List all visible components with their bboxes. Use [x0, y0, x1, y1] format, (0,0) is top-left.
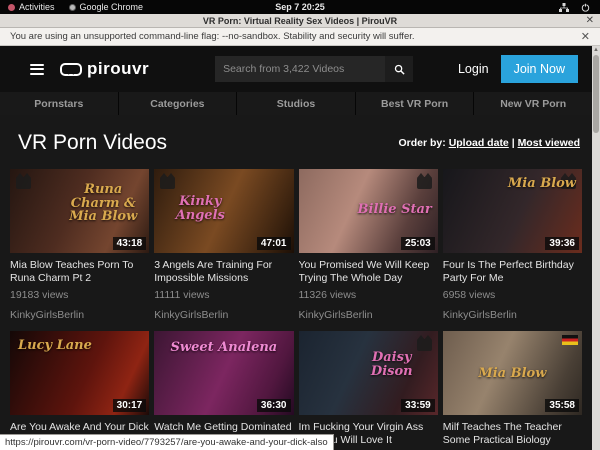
- scrollbar-up-arrow[interactable]: ▲: [592, 46, 600, 54]
- video-card: Kinky Angels 47:01 3 Angels Are Training…: [154, 169, 293, 321]
- duration-badge: 36:30: [257, 399, 291, 412]
- duration-badge: 25:03: [401, 237, 435, 250]
- page-title: VR Porn Videos: [18, 131, 167, 155]
- infobar-close-icon[interactable]: ✕: [581, 30, 590, 43]
- thumbnail-overlay-text: Mia Blow: [508, 177, 576, 191]
- vr-goggles-icon: [60, 63, 82, 76]
- site-header: pirouvr Login Join Now: [0, 46, 592, 92]
- search-box: [215, 56, 413, 82]
- chrome-infobar: You are using an unsupported command-lin…: [0, 28, 600, 46]
- video-title[interactable]: Mia Blow Teaches Porn To Runa Charm Pt 2: [10, 259, 149, 285]
- video-card: Mia Blow 39:36 Four Is The Perfect Birth…: [443, 169, 582, 321]
- video-thumbnail[interactable]: Mia Blow 35:58: [443, 331, 582, 415]
- video-card: Runa Charm & Mia Blow 43:18 Mia Blow Tea…: [10, 169, 149, 321]
- duration-badge: 30:17: [113, 399, 147, 412]
- status-url-bubble: https://pirouvr.com/vr-porn-video/779325…: [0, 434, 334, 450]
- video-views: 11326 views: [299, 289, 438, 301]
- video-views: 19183 views: [10, 289, 149, 301]
- video-card: Sweet Analena 36:30 Watch Me Getting Dom…: [154, 331, 293, 450]
- german-flag-icon: [562, 335, 578, 345]
- thumbnail-overlay-text: Lucy Lane: [18, 339, 92, 353]
- video-thumbnail[interactable]: Kinky Angels 47:01: [154, 169, 293, 253]
- video-views: 6958 views: [443, 289, 582, 301]
- video-card: Billie Star 25:03 You Promised We Will K…: [299, 169, 438, 321]
- nav-item-pornstars[interactable]: Pornstars: [0, 92, 118, 115]
- chrome-icon: [69, 4, 76, 11]
- video-studio-link[interactable]: KinkyGirlsBerlin: [10, 309, 149, 321]
- logo-text: pirouvr: [87, 59, 149, 79]
- order-link-most-viewed[interactable]: Most viewed: [518, 137, 580, 149]
- search-button[interactable]: [385, 56, 413, 82]
- main-nav: Pornstars Categories Studios Best VR Por…: [0, 92, 592, 115]
- page-scrollbar[interactable]: ▲: [592, 46, 600, 450]
- activities-orb-icon: [8, 4, 15, 11]
- duration-badge: 35:58: [545, 399, 579, 412]
- video-thumbnail[interactable]: Sweet Analena 36:30: [154, 331, 293, 415]
- nav-item-categories[interactable]: Categories: [119, 92, 237, 115]
- duration-badge: 39:36: [545, 237, 579, 250]
- network-icon[interactable]: [559, 3, 569, 12]
- thumbnail-overlay-text: Billie Star: [358, 203, 432, 217]
- thumbnail-overlay-text: Sweet Analena: [154, 341, 293, 355]
- duration-badge: 43:18: [113, 237, 147, 250]
- video-views: 11111 views: [154, 289, 293, 301]
- video-thumbnail[interactable]: Billie Star 25:03: [299, 169, 438, 253]
- order-by: Order by: Upload date | Most viewed: [399, 137, 581, 149]
- video-grid: Runa Charm & Mia Blow 43:18 Mia Blow Tea…: [0, 165, 592, 450]
- app-menu-button[interactable]: Google Chrome: [69, 2, 144, 12]
- video-title[interactable]: Four Is The Perfect Birthday Party For M…: [443, 259, 582, 285]
- infobar-message: You are using an unsupported command-lin…: [10, 31, 415, 42]
- studio-watermark-icon: [417, 339, 432, 351]
- video-thumbnail[interactable]: Daisy Dison 33:59: [299, 331, 438, 415]
- site-logo[interactable]: pirouvr: [60, 59, 149, 79]
- search-icon: [394, 64, 405, 75]
- menu-hamburger-icon[interactable]: [30, 64, 44, 75]
- join-now-button[interactable]: Join Now: [501, 55, 578, 83]
- studio-watermark-icon: [160, 177, 175, 189]
- video-studio-link[interactable]: KinkyGirlsBerlin: [154, 309, 293, 321]
- video-card: Daisy Dison 33:59 Im Fucking Your Virgin…: [299, 331, 438, 450]
- studio-watermark-icon: [16, 177, 31, 189]
- search-input[interactable]: [215, 56, 385, 82]
- nav-item-best-vr-porn[interactable]: Best VR Porn: [356, 92, 474, 115]
- browser-tab-title: VR Porn: Virtual Reality Sex Videos | Pi…: [0, 16, 600, 26]
- activities-label: Activities: [19, 2, 55, 12]
- screen: Activities Google Chrome Sep 7 20:25 V: [0, 0, 600, 450]
- studio-watermark-icon: [417, 177, 432, 189]
- browser-titlebar: VR Porn: Virtual Reality Sex Videos | Pi…: [0, 14, 600, 28]
- duration-badge: 47:01: [257, 237, 291, 250]
- video-thumbnail[interactable]: Mia Blow 39:36: [443, 169, 582, 253]
- window-close-icon[interactable]: ✕: [586, 15, 594, 26]
- scrollbar-thumb[interactable]: [593, 55, 599, 133]
- video-card: Lucy Lane 30:17 Are You Awake And Your D…: [10, 331, 149, 450]
- video-title[interactable]: Milf Teaches The Teacher Some Practical …: [443, 421, 582, 447]
- thumbnail-overlay-text: Runa Charm & Mia Blow: [63, 183, 143, 224]
- video-studio-link[interactable]: KinkyGirlsBerlin: [443, 309, 582, 321]
- video-title[interactable]: You Promised We Will Keep Trying The Who…: [299, 259, 438, 285]
- app-menu-label: Google Chrome: [80, 2, 144, 12]
- video-title[interactable]: 3 Angels Are Training For Impossible Mis…: [154, 259, 293, 285]
- login-link[interactable]: Login: [458, 62, 489, 76]
- video-thumbnail[interactable]: Runa Charm & Mia Blow 43:18: [10, 169, 149, 253]
- thumbnail-overlay-text: Daisy Dison: [352, 351, 432, 378]
- video-card: Mia Blow 35:58 Milf Teaches The Teacher …: [443, 331, 582, 450]
- order-by-label: Order by:: [399, 137, 446, 149]
- nav-item-studios[interactable]: Studios: [237, 92, 355, 115]
- order-link-upload-date[interactable]: Upload date: [449, 137, 509, 149]
- thumbnail-overlay-text: Kinky Angels: [160, 195, 240, 222]
- video-thumbnail[interactable]: Lucy Lane 30:17: [10, 331, 149, 415]
- activities-button[interactable]: Activities: [8, 2, 55, 12]
- page-content: VR Porn Videos Order by: Upload date | M…: [0, 115, 592, 435]
- thumbnail-overlay-text: Mia Blow: [443, 367, 582, 381]
- system-top-bar: Activities Google Chrome Sep 7 20:25: [0, 0, 600, 14]
- nav-item-new-vr-porn[interactable]: New VR Porn: [474, 92, 592, 115]
- duration-badge: 33:59: [401, 399, 435, 412]
- power-icon[interactable]: [581, 3, 590, 12]
- video-studio-link[interactable]: KinkyGirlsBerlin: [299, 309, 438, 321]
